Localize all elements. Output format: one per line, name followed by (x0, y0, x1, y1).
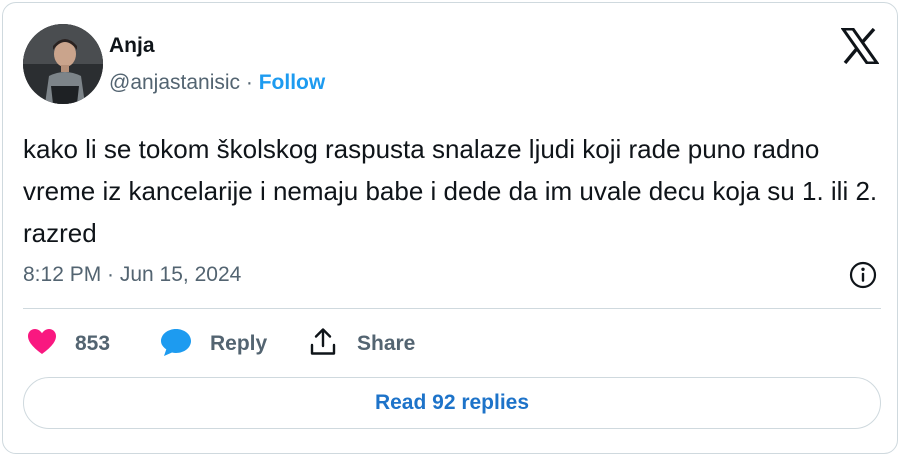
like-button[interactable]: 853 (27, 327, 110, 361)
reply-label: Reply (210, 332, 268, 355)
reply-bubble-icon (160, 327, 192, 362)
tweet-card: Anja @anjastanisic · Follow kako li se t… (2, 2, 898, 454)
share-icon (309, 327, 337, 362)
read-replies-button[interactable]: Read 92 replies (23, 377, 881, 429)
follow-button[interactable]: Follow (259, 71, 326, 94)
author-handle[interactable]: @anjastanisic (109, 71, 240, 94)
like-count: 853 (75, 332, 111, 355)
avatar[interactable] (23, 24, 103, 104)
x-logo-icon[interactable] (840, 27, 880, 65)
author-name[interactable]: Anja (109, 34, 155, 58)
share-button[interactable]: Share (309, 327, 415, 361)
share-label: Share (357, 332, 416, 355)
divider (23, 308, 881, 309)
info-icon[interactable] (848, 260, 878, 290)
reply-button[interactable]: Reply (160, 327, 267, 361)
author-handle-row: @anjastanisic · Follow (109, 71, 325, 95)
tweet-timestamp[interactable]: 8:12 PM · Jun 15, 2024 (23, 263, 241, 287)
heart-icon (27, 328, 57, 361)
tweet-text: kako li se tokom školskog raspusta snala… (23, 134, 878, 248)
handle-separator: · (240, 71, 259, 94)
